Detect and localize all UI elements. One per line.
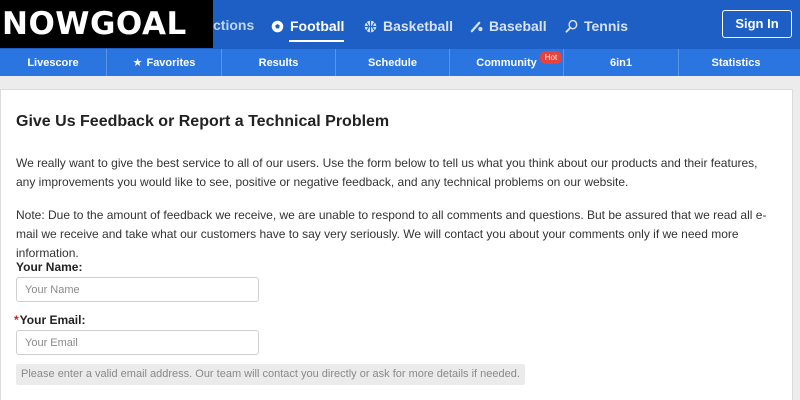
baseball-icon — [470, 21, 483, 32]
nav-baseball-label: Baseball — [489, 18, 547, 34]
star-icon: ★ — [132, 57, 143, 69]
name-label: Your Name: — [16, 260, 83, 274]
secondary-navbar: Livescore ★ Favorites Results Schedule C… — [0, 49, 800, 76]
intro-paragraph: We really want to give the best service … — [16, 156, 758, 189]
logo[interactable]: NOWGOAL — [0, 0, 213, 48]
nav-tennis[interactable]: Tennis — [565, 15, 628, 37]
nav-results-label: Results — [258, 56, 299, 69]
email-label: Your Email: — [19, 313, 86, 327]
nav-favorites[interactable]: ★ Favorites — [107, 49, 222, 76]
nav-schedule-label: Schedule — [368, 56, 417, 69]
name-input[interactable] — [16, 277, 259, 302]
email-input[interactable] — [16, 330, 259, 355]
nav-statistics-label: Statistics — [711, 56, 761, 69]
nav-results[interactable]: Results — [222, 49, 336, 76]
nav-statistics[interactable]: Statistics — [679, 49, 793, 76]
hot-badge: Hot — [540, 51, 562, 64]
nav-6in1-label: 6in1 — [609, 56, 632, 69]
nav-basketball[interactable]: Basketball — [364, 15, 453, 37]
football-icon — [271, 20, 284, 32]
nav-football-label: Football — [290, 18, 345, 34]
nav-6in1[interactable]: 6in1 — [564, 49, 679, 76]
required-mark: * — [14, 313, 19, 327]
active-underline — [289, 40, 345, 42]
page-title: Give Us Feedback or Report a Technical P… — [16, 113, 390, 130]
nav-football[interactable]: Football — [271, 15, 345, 42]
nav-link-predictions[interactable]: ctions — [213, 17, 254, 33]
nav-schedule[interactable]: Schedule — [336, 49, 450, 76]
nav-baseball[interactable]: Baseball — [470, 15, 547, 37]
nav-livescore-label: Livescore — [27, 56, 79, 69]
nav-basketball-label: Basketball — [383, 18, 454, 34]
nav-livescore[interactable]: Livescore — [0, 49, 107, 76]
email-hint: Please enter a valid email address. Our … — [16, 364, 525, 385]
email-label-group: *Your Email: — [14, 313, 85, 327]
basketball-icon — [364, 20, 377, 32]
nav-favorites-label: Favorites — [146, 56, 196, 69]
nav-community-label: Community — [476, 56, 537, 69]
top-header: NOWGOAL ctions Football Basketball Baseb… — [0, 0, 800, 49]
sign-in-button[interactable]: Sign In — [722, 10, 792, 38]
tennis-icon — [565, 19, 578, 33]
nav-tennis-label: Tennis — [584, 18, 629, 34]
note-paragraph: Note: Due to the amount of feedback we r… — [16, 208, 767, 260]
